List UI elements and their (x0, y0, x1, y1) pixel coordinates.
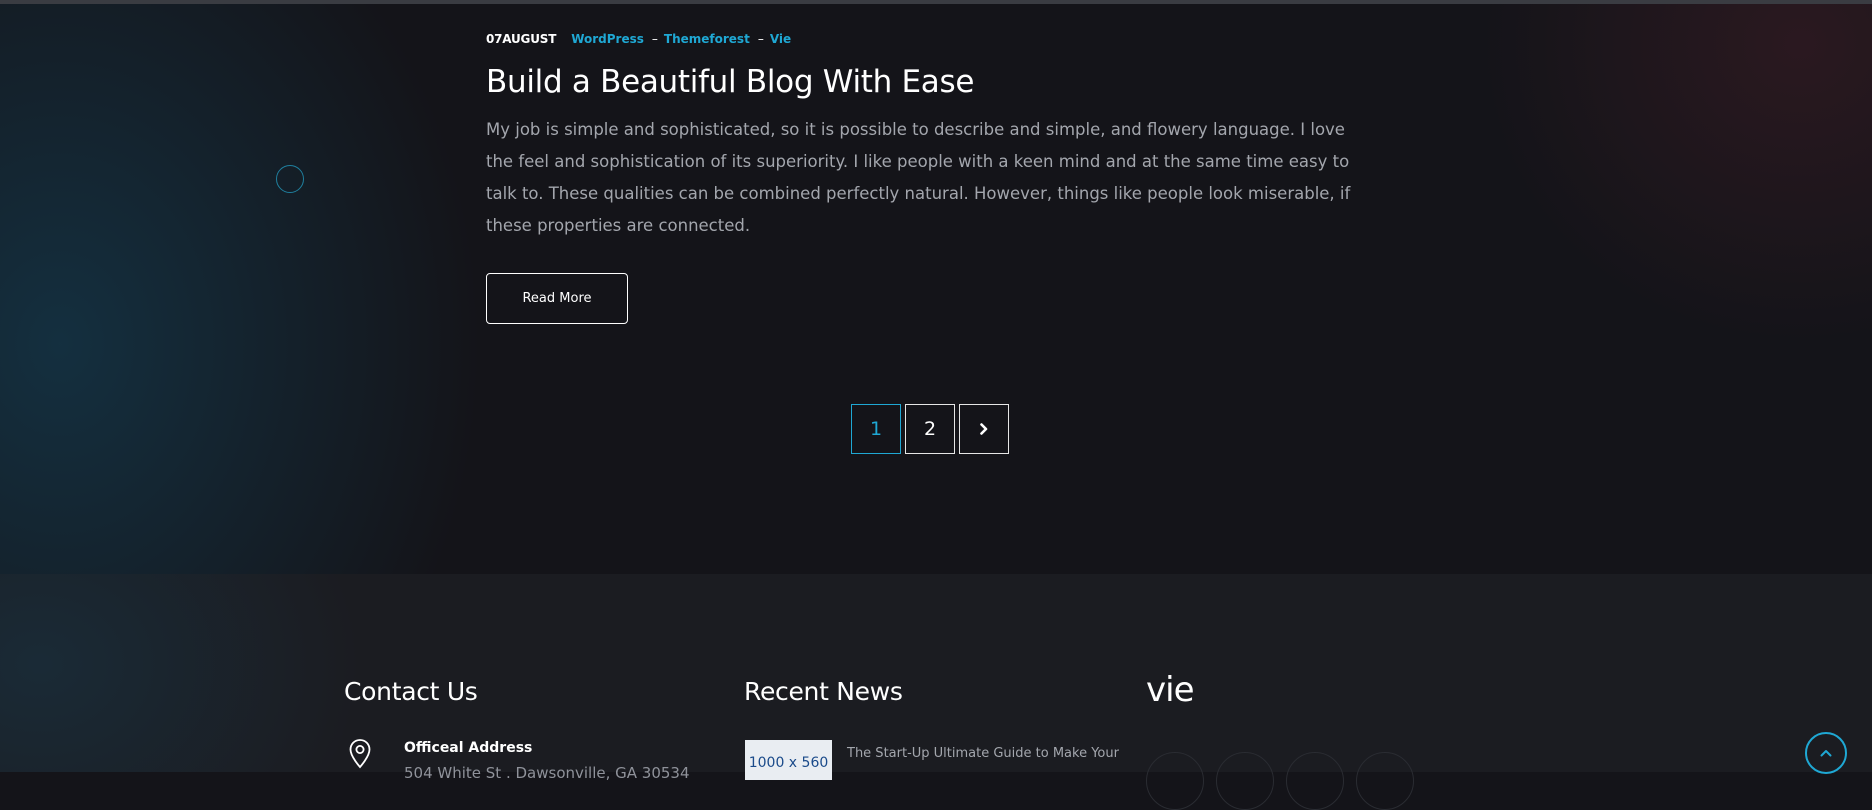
social-link-2[interactable] (1216, 752, 1274, 810)
site-footer (0, 574, 1872, 772)
read-more-button[interactable]: Read More (486, 273, 628, 324)
social-link-3[interactable] (1286, 752, 1344, 810)
decorative-circle (276, 165, 304, 193)
scroll-to-top-button[interactable] (1805, 732, 1847, 774)
map-pin-icon (349, 739, 371, 769)
post-title[interactable]: Build a Beautiful Blog With Ease (486, 64, 974, 100)
post-tag-vie[interactable]: Vie (770, 32, 791, 46)
address-value: 504 White St . Dawsonville, GA 30534 (404, 764, 690, 782)
tag-separator: – (757, 32, 764, 46)
chevron-up-icon (1820, 750, 1832, 757)
post-tag-wordpress[interactable]: WordPress (571, 32, 644, 46)
post-date: 07AUGUST (486, 32, 557, 46)
news-thumbnail[interactable]: 1000 x 560 (745, 740, 832, 780)
news-item-title[interactable]: The Start-Up Ultimate Guide to Make Your (847, 744, 1119, 764)
recent-news-heading: Recent News (744, 677, 903, 706)
tag-separator: – (651, 32, 658, 46)
chevron-right-icon (980, 423, 988, 435)
pagination-page-1[interactable]: 1 (851, 404, 901, 454)
social-link-4[interactable] (1356, 752, 1414, 810)
pagination-page-2[interactable]: 2 (905, 404, 955, 454)
pagination-next-button[interactable] (959, 404, 1009, 454)
social-link-1[interactable] (1146, 752, 1204, 810)
address-label: Officeal Address (404, 740, 533, 756)
brand-logo[interactable]: vie (1146, 670, 1194, 710)
post-tag-themeforest[interactable]: Themeforest (664, 32, 750, 46)
post-excerpt: My job is simple and sophisticated, so i… (486, 120, 1351, 235)
contact-heading: Contact Us (344, 677, 478, 706)
post-meta: 07AUGUST WordPress – Themeforest – Vie (486, 32, 791, 46)
